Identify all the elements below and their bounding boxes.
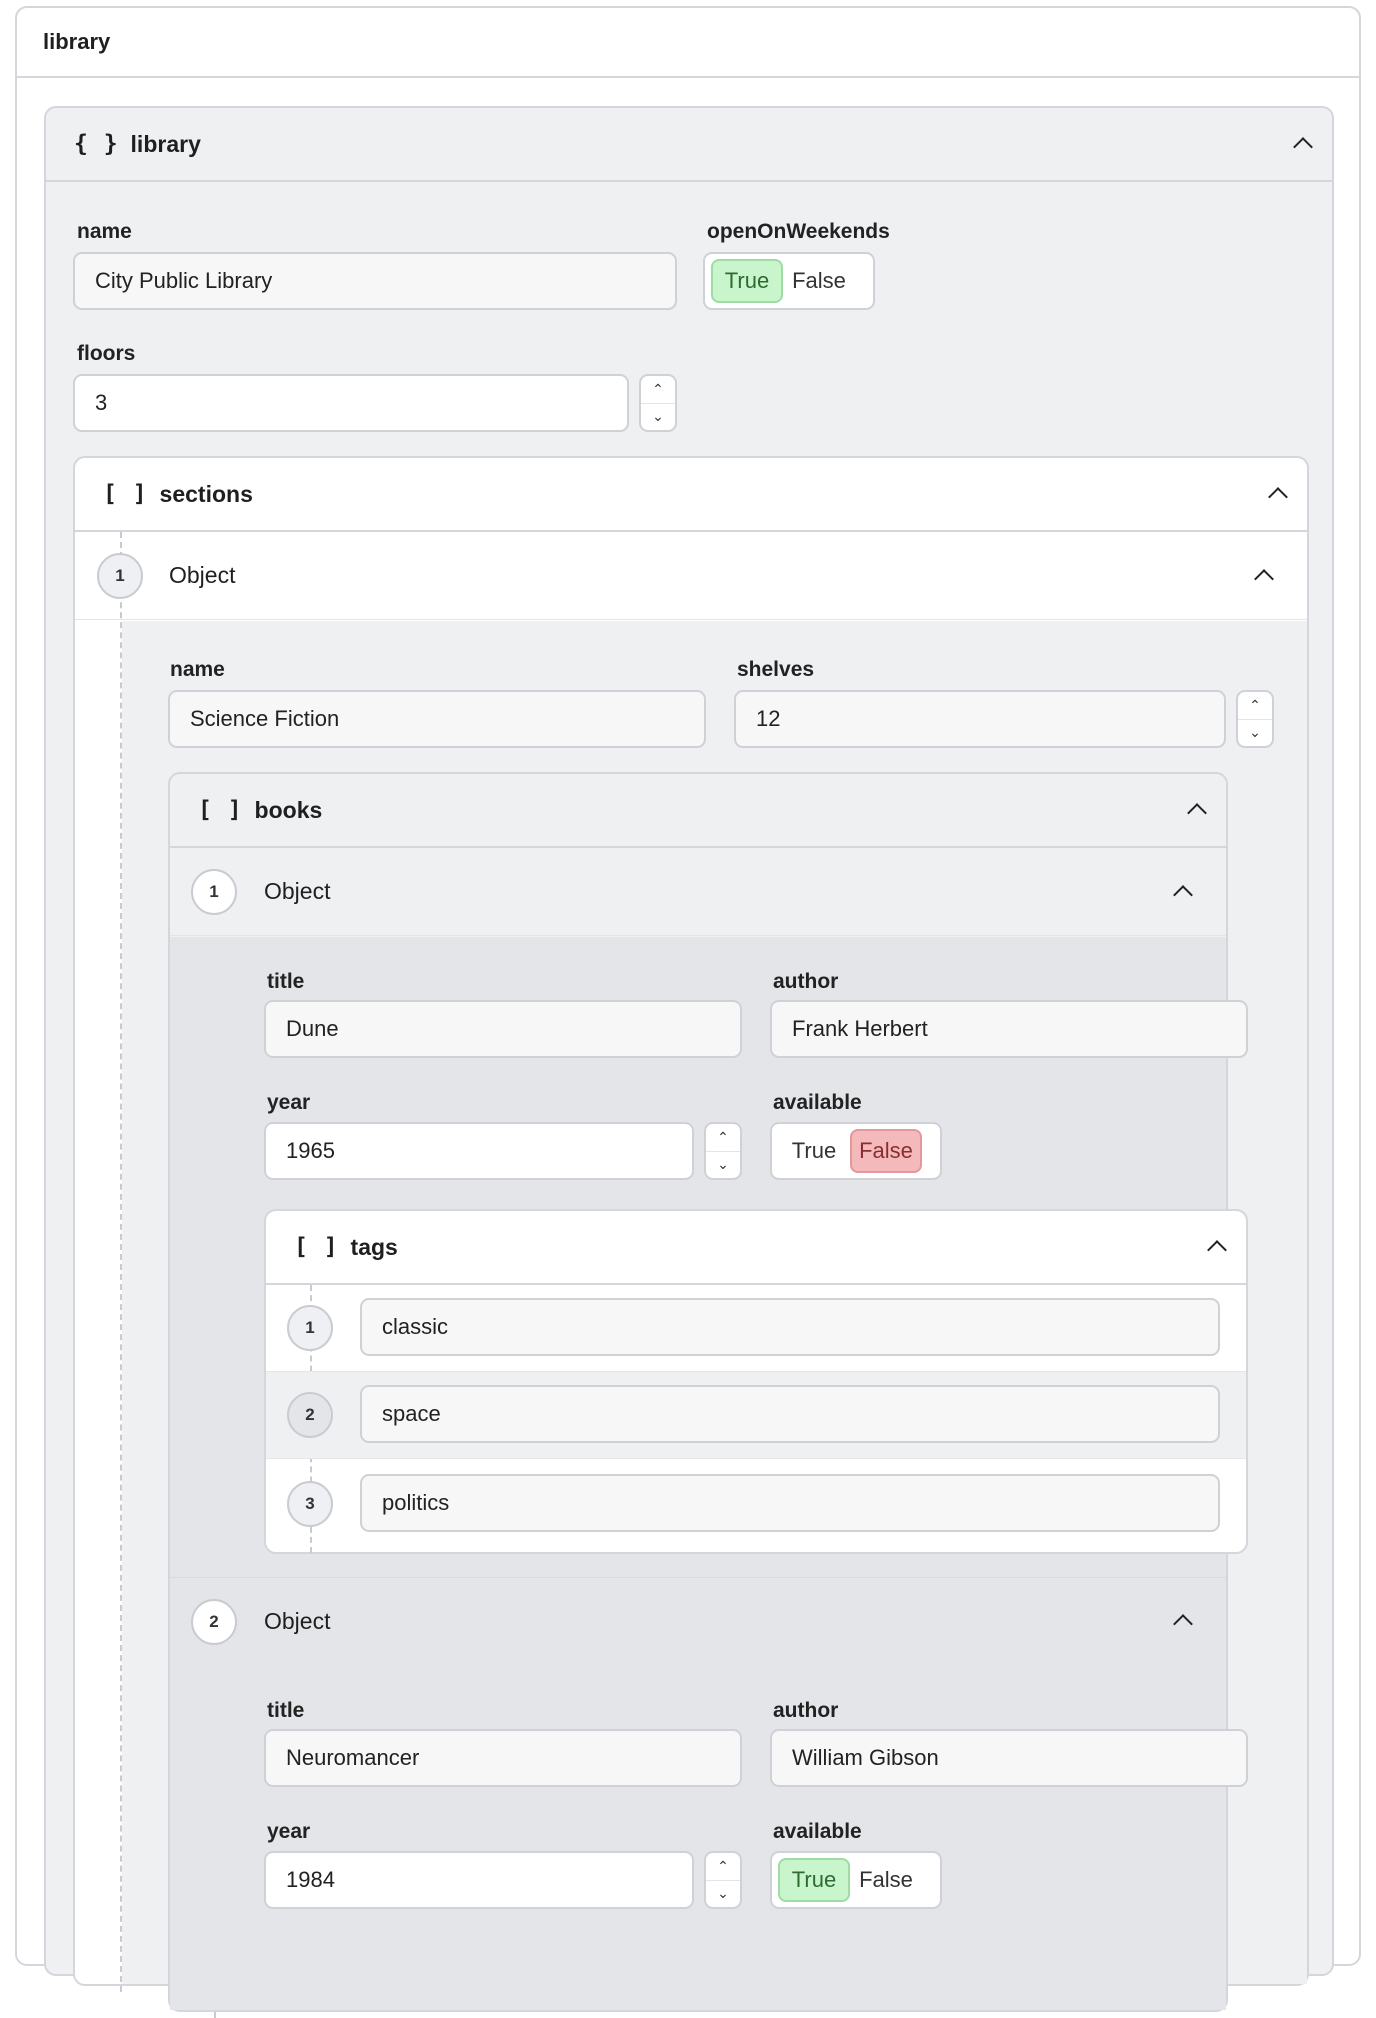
section-1-content: name shelves ⌃ ⌄ [ ] books xyxy=(122,621,1307,2018)
sections-panel-header[interactable]: [ ] sections xyxy=(75,458,1307,532)
caret-up-icon[interactable]: ⌃ xyxy=(1238,692,1272,720)
book-author-input[interactable] xyxy=(770,1000,1248,1058)
available-toggle: True False xyxy=(770,1122,942,1180)
books-array-panel: [ ] books 1 Object title author xyxy=(168,772,1248,2018)
sections-item-1-header[interactable]: 1 Object xyxy=(75,532,1307,620)
section-name-input[interactable] xyxy=(168,690,706,748)
available-false-option[interactable]: False xyxy=(850,1858,922,1902)
item-type-label: Object xyxy=(264,878,331,904)
year-stepper: ⌃ ⌄ xyxy=(704,1122,742,1180)
year-stepper: ⌃ ⌄ xyxy=(704,1851,742,1909)
open-on-weekends-label: openOnWeekends xyxy=(707,220,890,243)
book-title-input[interactable] xyxy=(264,1729,742,1787)
books-panel-title: books xyxy=(254,796,323,823)
floors-stepper: ⌃ ⌄ xyxy=(639,374,677,432)
available-true-option[interactable]: True xyxy=(778,1129,850,1173)
tags-array-panel: [ ] tags 1 2 xyxy=(264,1209,1248,1554)
book-item-1-header[interactable]: 1 Object xyxy=(170,848,1226,936)
book-year-input[interactable] xyxy=(264,1851,694,1909)
title-label: title xyxy=(267,970,305,993)
shelves-input[interactable] xyxy=(734,690,1226,748)
author-label: author xyxy=(773,970,839,993)
caret-down-icon[interactable]: ⌄ xyxy=(1238,720,1272,747)
year-label: year xyxy=(267,1091,311,1114)
book-item-2-header[interactable]: 2 Object xyxy=(170,1577,1226,1665)
caret-up-icon[interactable]: ⌃ xyxy=(706,1124,740,1152)
book-1-content: title author year ⌃ ⌄ available True xyxy=(170,937,1248,1577)
tags-panel-title: tags xyxy=(350,1233,398,1260)
index-badge: 2 xyxy=(287,1392,333,1438)
caret-up-icon[interactable]: ⌃ xyxy=(641,376,675,404)
item-type-label: Object xyxy=(169,562,236,588)
available-false-option[interactable]: False xyxy=(850,1129,922,1173)
open-on-weekends-false-option[interactable]: False xyxy=(783,259,855,303)
object-braces-icon: { } xyxy=(74,131,119,157)
array-brackets-icon: [ ] xyxy=(103,481,148,507)
chevron-up-icon[interactable] xyxy=(1268,487,1288,507)
chevron-up-icon[interactable] xyxy=(1254,568,1274,589)
tag-input[interactable] xyxy=(360,1474,1220,1532)
caret-down-icon[interactable]: ⌄ xyxy=(706,1152,740,1179)
library-name-input[interactable] xyxy=(73,252,677,310)
available-label: available xyxy=(773,1091,862,1114)
books-panel-header[interactable]: [ ] books xyxy=(170,774,1226,848)
array-brackets-icon: [ ] xyxy=(294,1234,339,1260)
chevron-up-icon[interactable] xyxy=(1173,1614,1193,1634)
chevron-up-icon[interactable] xyxy=(1187,803,1207,823)
window-title: library xyxy=(17,8,1359,78)
available-label: available xyxy=(773,1820,862,1843)
index-badge: 3 xyxy=(287,1481,333,1527)
sections-array-panel: [ ] sections 1 Object name shelves ⌃ ⌄ xyxy=(73,456,1309,2018)
tag-row: 1 xyxy=(266,1285,1246,1372)
chevron-up-icon[interactable] xyxy=(1173,884,1193,905)
floors-input[interactable] xyxy=(73,374,629,432)
caret-down-icon[interactable]: ⌄ xyxy=(706,1881,740,1908)
chevron-up-icon[interactable] xyxy=(1207,1240,1227,1260)
section-name-label: name xyxy=(170,658,225,681)
caret-down-icon[interactable]: ⌄ xyxy=(641,404,675,431)
caret-up-icon[interactable]: ⌃ xyxy=(706,1853,740,1881)
item-type-label: Object xyxy=(264,1607,331,1634)
available-toggle: True False xyxy=(770,1851,942,1909)
library-panel-title: library xyxy=(130,130,201,157)
book-author-input[interactable] xyxy=(770,1729,1248,1787)
open-on-weekends-true-option[interactable]: True xyxy=(711,259,783,303)
tag-input[interactable] xyxy=(360,1385,1220,1443)
tag-input[interactable] xyxy=(360,1298,1220,1356)
title-label: title xyxy=(267,1699,305,1722)
chevron-up-icon[interactable] xyxy=(1293,137,1313,157)
array-brackets-icon: [ ] xyxy=(198,797,243,823)
book-year-input[interactable] xyxy=(264,1122,694,1180)
book-2-content: title author year ⌃ ⌄ available True xyxy=(170,1665,1248,2010)
tag-row: 2 xyxy=(266,1372,1246,1459)
tag-row: 3 xyxy=(266,1459,1246,1551)
index-badge: 1 xyxy=(287,1305,333,1351)
sections-panel-title: sections xyxy=(159,480,253,507)
index-badge: 1 xyxy=(191,869,237,915)
library-form-container: library { } library name openOnWeekends … xyxy=(15,6,1361,2018)
year-label: year xyxy=(267,1820,311,1843)
available-true-option[interactable]: True xyxy=(778,1858,850,1902)
open-on-weekends-toggle: True False xyxy=(703,252,875,310)
name-label: name xyxy=(77,220,132,243)
library-panel-header[interactable]: { } library xyxy=(46,108,1332,182)
book-title-input[interactable] xyxy=(264,1000,742,1058)
author-label: author xyxy=(773,1699,839,1722)
index-badge: 1 xyxy=(97,553,143,599)
floors-label: floors xyxy=(77,342,136,365)
shelves-label: shelves xyxy=(737,658,815,681)
index-badge: 2 xyxy=(191,1599,237,1645)
shelves-stepper: ⌃ ⌄ xyxy=(1236,690,1274,748)
tags-panel-header[interactable]: [ ] tags xyxy=(266,1211,1246,1285)
library-object-panel: { } library name openOnWeekends True Fal… xyxy=(44,106,1334,2018)
